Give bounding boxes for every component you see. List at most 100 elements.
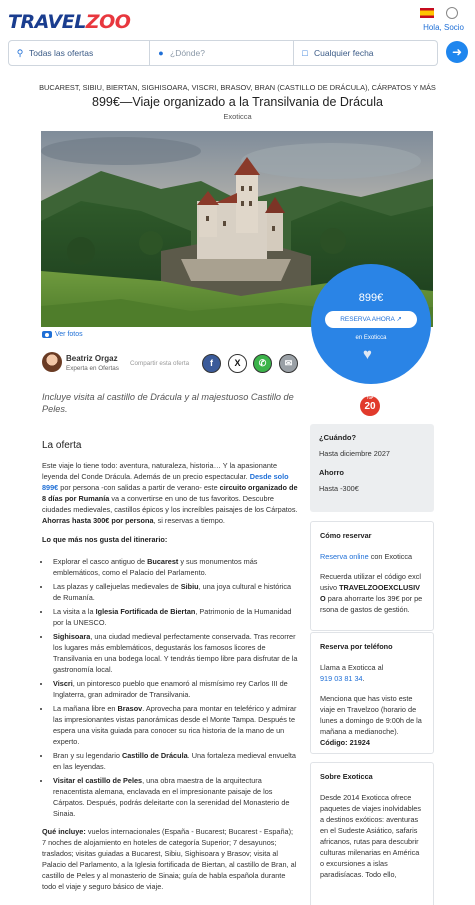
- when-label: ¿Cuándo?: [319, 433, 357, 442]
- user-icon[interactable]: [446, 7, 458, 19]
- search-bar: ⚲ Todas las ofertas ● ¿Dónde? □ Cualquie…: [8, 40, 466, 66]
- item-bold: Visitar el castillo de Peles: [53, 776, 143, 785]
- logo-text-zoo: ZOO: [85, 11, 131, 33]
- promo-text: para ahorrarte los 39€ por persona de ga…: [320, 594, 423, 614]
- arrow-right-icon: ➜: [451, 45, 463, 59]
- view-photos-label: Ver fotos: [55, 331, 83, 338]
- about-text: Desde 2014 Exoticca ofrece paquetes de v…: [320, 793, 422, 879]
- calendar-icon: □: [302, 48, 308, 58]
- promo-code-paragraph: Recuerda utilizar el código exclusivo TR…: [320, 571, 424, 615]
- top-bar: TRAVELZOO Hola, Socio: [0, 0, 475, 40]
- offer-body: La oferta Este viaje lo tiene todo: aven…: [42, 440, 298, 900]
- item-text: , una ciudad medieval perfectamente cons…: [53, 632, 298, 674]
- phone-number[interactable]: 919 03 81 34: [320, 674, 363, 683]
- item-text: , un pintoresco pueblo que enamoró al mi…: [53, 679, 288, 699]
- book-online-link[interactable]: Reserva online: [320, 552, 369, 561]
- share-label: Compartir esta oferta: [130, 360, 190, 367]
- intro-savings-bold: Ahorras hasta 300€ por persona: [42, 516, 154, 525]
- facebook-icon[interactable]: f: [202, 354, 221, 373]
- item-bold: Iglesia Fortificada de Biertan: [95, 607, 196, 616]
- phone-line-text: Llama a Exoticca al: [320, 663, 384, 672]
- item-text: La mañana libre en: [53, 704, 118, 713]
- camera-icon: [42, 331, 52, 338]
- date-label: Cualquier fecha: [314, 48, 374, 58]
- when-value: Hasta diciembre 2027: [319, 449, 390, 458]
- intro-text: Este viaje lo tiene todo: aventura, natu…: [42, 461, 278, 481]
- travelzoo-logo[interactable]: TRAVELZOO: [8, 11, 131, 33]
- includes-label: Qué incluye:: [42, 827, 86, 836]
- book-online-rest: con Exoticca: [368, 552, 413, 561]
- item-bold: Viscri: [53, 679, 73, 688]
- list-item: Bran y su legendario Castillo de Drácula…: [51, 750, 298, 772]
- deal-provider: Exoticca: [223, 112, 252, 121]
- list-item: La visita a la Iglesia Fortificada de Bi…: [51, 606, 298, 628]
- top20-badge-number: 20: [364, 401, 376, 412]
- item-bold: Sighisoara: [53, 632, 91, 641]
- item-bold: Brasov: [117, 704, 143, 713]
- list-item: Viscri, un pintoresco pueblo que enamoró…: [51, 678, 298, 700]
- price-circle: 899€ RESERVA AHORA ↗ en Exoticca ♥: [311, 264, 431, 384]
- deal-code: Código: 21924: [320, 738, 370, 747]
- item-bold: Castillo de Drácula: [121, 751, 188, 760]
- author-name: Beatriz Orgaz: [66, 354, 118, 363]
- offer-heading: La oferta: [42, 440, 82, 451]
- top20-badge: TOP 20: [360, 396, 380, 416]
- phone-booking-heading: Reserva por teléfono: [320, 642, 393, 651]
- author-role: Experta en Ofertas: [66, 365, 119, 372]
- heart-icon[interactable]: ♥: [363, 346, 372, 363]
- about-heading: Sobre Exoticca: [320, 772, 373, 781]
- item-text: La visita a la: [53, 607, 96, 616]
- map-pin-icon: ●: [158, 48, 164, 58]
- itinerary-list: Explorar el casco antiguo de Bucarest y …: [51, 556, 298, 819]
- search-go-button[interactable]: ➜: [446, 41, 468, 63]
- item-bold: Bucarest: [147, 557, 179, 566]
- list-item: La mañana libre en Brasov. Aprovecha par…: [51, 703, 298, 747]
- item-bold: Sibiu: [180, 582, 199, 591]
- book-now-button[interactable]: RESERVA AHORA ↗: [325, 311, 417, 328]
- booking-provider: en Exoticca: [355, 335, 387, 341]
- list-item: Las plazas y callejuelas medievales de S…: [51, 581, 298, 603]
- offers-type-select[interactable]: ⚲ Todas las ofertas: [8, 40, 150, 66]
- offer-intro: Este viaje lo tiene todo: aventura, natu…: [42, 460, 298, 526]
- item-text: Explorar el casco antiguo de: [53, 557, 148, 566]
- about-provider-card: Sobre Exoticca Desde 2014 Exoticca ofrec…: [310, 762, 434, 905]
- list-item: Sighisoara, una ciudad medieval perfecta…: [51, 631, 298, 675]
- offers-type-label: Todas las ofertas: [29, 48, 94, 58]
- avatar: [42, 352, 62, 372]
- item-text: Bran y su legendario: [53, 751, 122, 760]
- destination-placeholder: ¿Dónde?: [170, 48, 205, 58]
- item-text: Las plazas y callejuelas medievales de: [53, 582, 181, 591]
- likes-heading: Lo que más nos gusta del itinerario:: [42, 535, 168, 544]
- whatsapp-icon[interactable]: ✆: [253, 354, 272, 373]
- email-icon[interactable]: ✉: [279, 354, 298, 373]
- destination-input[interactable]: ● ¿Dónde?: [150, 40, 294, 66]
- intro-text: , si reservas a tiempo.: [153, 516, 225, 525]
- price-value: 899€: [358, 292, 384, 304]
- phone-suffix: .: [362, 674, 365, 683]
- how-to-book-card: Cómo reservar Reserva online con Exoticc…: [310, 521, 434, 631]
- spain-flag-icon[interactable]: [420, 8, 434, 18]
- list-item: Visitar el castillo de Peles, una obra m…: [51, 775, 298, 819]
- deal-title: 899€—Viaje organizado a la Transilvania …: [92, 95, 383, 109]
- includes-text: vuelos internacionales (España - Bucares…: [42, 827, 297, 891]
- x-icon[interactable]: X: [228, 354, 247, 373]
- view-photos-link[interactable]: Ver fotos: [42, 331, 83, 338]
- book-online-line: Reserva online con Exoticca: [320, 551, 424, 562]
- phone-line: Llama a Exoticca al 919 03 81 34.: [320, 662, 424, 684]
- deal-subtitle: Incluye visita al castillo de Drácula y …: [42, 392, 294, 414]
- logo-text-travel: TRAVEL: [8, 11, 86, 33]
- top20-badge-top: TOP: [366, 396, 374, 400]
- member-greeting[interactable]: Hola, Socio: [423, 23, 464, 32]
- how-to-book-heading: Cómo reservar: [320, 531, 372, 540]
- date-select[interactable]: □ Cualquier fecha: [294, 40, 438, 66]
- when-box: ¿Cuándo? Hasta diciembre 2027 Ahorro Has…: [310, 424, 434, 512]
- phone-hours-text: Menciona que has visto este viaje en Tra…: [320, 694, 422, 736]
- intro-text: por persona -con salidas a partir de ver…: [58, 483, 220, 492]
- savings-value: Hasta -300€: [319, 484, 359, 493]
- deal-locations: BUCAREST, SIBIU, BIERTAN, SIGHISOARA, VI…: [39, 83, 436, 92]
- savings-label: Ahorro: [319, 468, 344, 477]
- phone-hours: Menciona que has visto este viaje en Tra…: [320, 693, 424, 748]
- includes-paragraph: Qué incluye: vuelos internacionales (Esp…: [42, 826, 298, 892]
- search-icon: ⚲: [16, 47, 24, 58]
- list-item: Explorar el casco antiguo de Bucarest y …: [51, 556, 298, 578]
